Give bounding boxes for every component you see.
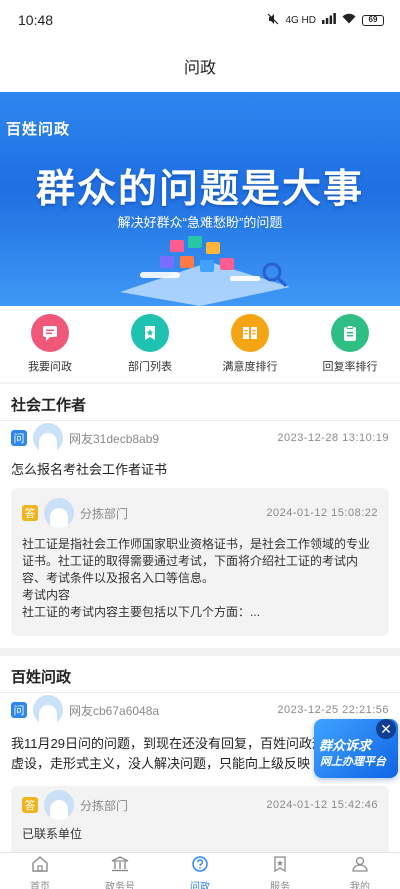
question-meta: 问 网友cb67a6048a: [11, 695, 159, 725]
reply-line: 社工证是指社会工作师国家职业资格证书，是社会工作领域的专业证书。社工证的取得需要…: [22, 537, 371, 585]
banner-subtitle: 解决好群众“急难愁盼”的问题: [117, 215, 283, 230]
question-tag: 问: [11, 702, 27, 718]
quick-menu-label: 满意度排行: [222, 361, 278, 373]
reply-meta: 答 分拣部门: [22, 498, 128, 528]
reply-line: 已联系单位: [22, 827, 83, 841]
question-text: 怎么报名考社会工作者证书: [11, 462, 168, 477]
question-icon: [191, 856, 209, 877]
divider: [0, 692, 400, 693]
tab-wenzheng[interactable]: 问政: [160, 853, 240, 889]
status-time: 10:48: [18, 12, 54, 28]
question-text: 我11月29日问的问题，到现在还没有回复，百姓问政形同虚设，走形式主义，没人解决…: [11, 736, 338, 771]
signal-icon: [322, 13, 336, 27]
divider: [0, 420, 400, 421]
banner-tag: 百姓问政: [6, 121, 71, 138]
nav-bar: 问政: [0, 40, 400, 92]
quick-menu-satisfaction-ranking[interactable]: 满意度排行: [200, 314, 300, 374]
tab-label: 服务: [270, 882, 290, 889]
clipboard-icon: [331, 314, 369, 352]
question-meta: 问 网友31decb8ab9: [11, 423, 159, 453]
tab-home[interactable]: 首页: [0, 853, 80, 889]
avatar: [44, 498, 74, 528]
tab-bar: 首页 政务号 问政 服务 我的: [0, 852, 400, 889]
section-title: 社会工作者: [11, 397, 87, 414]
tab-government[interactable]: 政务号: [80, 853, 160, 889]
question-user: 网友31decb8ab9: [69, 431, 160, 446]
question-tag: 问: [11, 430, 27, 446]
government-icon: [111, 856, 129, 877]
star-bookmark-icon: [271, 856, 289, 877]
tab-label: 我的: [350, 882, 370, 889]
float-ad-title: 群众诉求: [319, 738, 372, 753]
reply-box: 答 分拣部门 2024-01-12 15:08:22 社工证是指社会工作师国家职…: [11, 488, 389, 636]
bookmark-icon: [131, 314, 169, 352]
quick-menu-label: 部门列表: [128, 361, 172, 373]
float-ad-subtitle: 网上办理平台: [320, 756, 386, 768]
reply-line: 考试内容: [22, 588, 71, 602]
ranking-icon: [231, 314, 269, 352]
reply-department: 分拣部门: [80, 798, 129, 813]
question-time: 2023-12-25 22:21:56: [277, 704, 389, 716]
reply-meta: 答 分拣部门: [22, 790, 128, 820]
answer-tag: 答: [22, 505, 38, 521]
quick-menu-label: 我要问政: [28, 361, 72, 373]
reply-line: 社工证的考试内容主要包括以下几个方面：...: [22, 605, 261, 619]
quick-menu: 我要问政 部门列表 满意度排行 回复率排行: [0, 306, 400, 382]
avatar: [33, 695, 63, 725]
question-user: 网友cb67a6048a: [69, 703, 160, 718]
close-icon[interactable]: ✕: [376, 719, 396, 739]
quick-menu-ask[interactable]: 我要问政: [0, 314, 100, 374]
banner-title: 群众的问题是大事: [35, 168, 364, 211]
status-bar: 10:48 4G HD 69: [0, 0, 400, 40]
quick-menu-label: 回复率排行: [322, 361, 378, 373]
reply-time: 2024-01-12 15:08:22: [266, 507, 378, 519]
avatar: [33, 423, 63, 453]
banner[interactable]: 百姓问政 群众的问题是大事 解决好群众“急难愁盼”的问题: [0, 92, 400, 306]
reply-text: 已联系单位: [22, 826, 378, 843]
tab-label: 政务号: [105, 882, 135, 889]
message-icon: [31, 314, 69, 352]
tab-label: 问政: [190, 882, 210, 889]
page-title: 问政: [183, 60, 216, 77]
reply-time: 2024-01-12 15:42:46: [266, 799, 378, 811]
status-icons: 4G HD 69: [267, 13, 384, 28]
floating-service-ad[interactable]: 群众诉求 网上办理平台 ✕: [314, 719, 398, 778]
mute-icon: [267, 13, 279, 28]
question-time: 2023-12-28 13:10:19: [277, 432, 389, 444]
battery-icon: 69: [362, 14, 384, 26]
home-icon: [31, 856, 49, 877]
tab-services[interactable]: 服务: [240, 853, 320, 889]
reply-box: 答 分拣部门 2024-01-12 15:42:46 已联系单位: [11, 786, 389, 852]
network-label: 4G HD: [285, 14, 316, 26]
section-title: 百姓问政: [11, 669, 72, 686]
tab-mine[interactable]: 我的: [320, 853, 400, 889]
question-card[interactable]: 社会工作者 问 网友31decb8ab9 2023-12-28 13:10:19…: [0, 384, 400, 648]
answer-tag: 答: [22, 797, 38, 813]
wifi-icon: [342, 13, 356, 27]
quick-menu-departments[interactable]: 部门列表: [100, 314, 200, 374]
quick-menu-reply-ranking[interactable]: 回复率排行: [300, 314, 400, 374]
reply-department: 分拣部门: [80, 506, 129, 521]
tab-label: 首页: [30, 882, 50, 889]
user-icon: [351, 856, 369, 877]
avatar: [44, 790, 74, 820]
reply-text: 社工证是指社会工作师国家职业资格证书，是社会工作领域的专业证书。社工证的取得需要…: [22, 536, 378, 621]
banner-illustration: [120, 236, 290, 306]
